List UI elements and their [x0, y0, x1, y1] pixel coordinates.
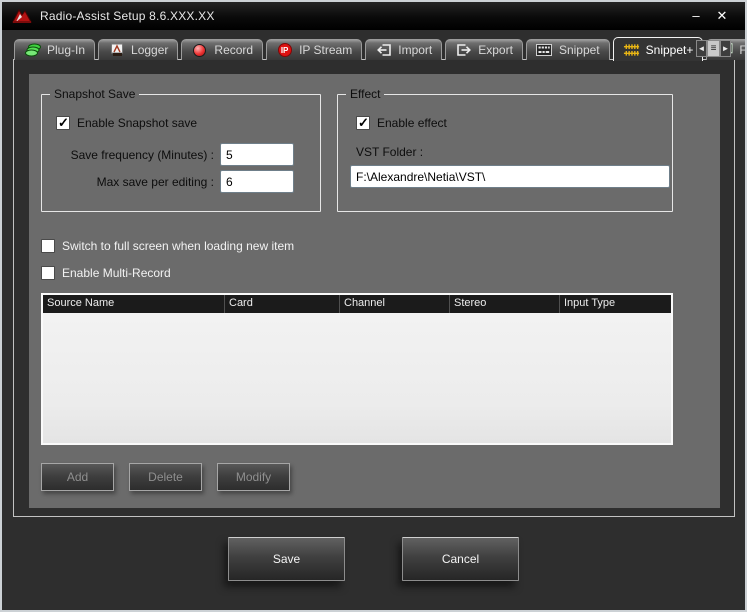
snippet-plus-icon	[623, 42, 640, 57]
save-frequency-label: Save frequency (Minutes) :	[50, 148, 214, 162]
title-bar: Radio-Assist Setup 8.6.XXX.XX – ✕	[2, 2, 745, 30]
close-button[interactable]: ✕	[709, 3, 735, 29]
group-title: Effect	[346, 87, 384, 101]
modify-button[interactable]: Modify	[217, 463, 290, 491]
enable-snapshot-checkbox-row: Enable Snapshot save	[56, 116, 197, 130]
snippet-plus-page: Snapshot Save Enable Snapshot save Save …	[13, 59, 735, 517]
tab-import[interactable]: Import	[365, 39, 442, 60]
sources-table-body[interactable]	[43, 313, 671, 443]
column-header-channel[interactable]: Channel	[340, 295, 450, 313]
delete-button[interactable]: Delete	[129, 463, 202, 491]
column-header-stereo[interactable]: Stereo	[450, 295, 560, 313]
sources-table: Source Name Card Channel Stereo Input Ty…	[41, 293, 673, 445]
tab-snippet-plus[interactable]: Snippet+	[613, 37, 704, 61]
tab-scroll-left-icon[interactable]: ◄	[696, 40, 707, 57]
tab-label: IP Stream	[299, 43, 352, 57]
column-header-input-type[interactable]: Input Type	[560, 295, 671, 313]
column-header-card[interactable]: Card	[225, 295, 340, 313]
tab-logger[interactable]: Logger	[98, 39, 178, 60]
group-title: Snapshot Save	[50, 87, 139, 101]
tab-scroll-controls: ◄ ≡ ►	[696, 40, 731, 57]
plugin-icon	[24, 43, 41, 58]
tab-label: Snippet	[559, 43, 600, 57]
tab-plug-in[interactable]: Plug-In	[14, 39, 95, 60]
fullscreen-checkbox-row: Switch to full screen when loading new i…	[41, 239, 294, 253]
tab-export[interactable]: Export	[445, 39, 523, 60]
fullscreen-checkbox[interactable]	[41, 239, 55, 253]
settings-panel: Snapshot Save Enable Snapshot save Save …	[29, 74, 720, 508]
multi-record-checkbox[interactable]	[41, 266, 55, 280]
snapshot-save-group: Snapshot Save Enable Snapshot save Save …	[41, 94, 321, 212]
fullscreen-label: Switch to full screen when loading new i…	[62, 239, 294, 253]
tab-snippet[interactable]: Snippet	[526, 39, 610, 60]
cancel-button[interactable]: Cancel	[402, 537, 519, 581]
enable-effect-checkbox[interactable]	[356, 116, 370, 130]
sources-table-header: Source Name Card Channel Stereo Input Ty…	[43, 295, 671, 313]
tab-record[interactable]: Record	[181, 39, 263, 60]
enable-snapshot-label: Enable Snapshot save	[77, 116, 197, 130]
export-icon	[455, 43, 472, 58]
enable-snapshot-checkbox[interactable]	[56, 116, 70, 130]
effect-group: Effect Enable effect VST Folder : F:\Ale…	[337, 94, 673, 212]
tab-menu-icon[interactable]: ≡	[707, 40, 720, 57]
ip-stream-icon: IP	[276, 43, 293, 58]
max-save-label: Max save per editing :	[50, 175, 214, 189]
tab-strip: Plug-In Logger Record IP IP Stream	[14, 37, 747, 60]
multi-record-label: Enable Multi-Record	[62, 266, 171, 280]
save-button[interactable]: Save	[228, 537, 345, 581]
tab-scroll-right-icon[interactable]: ►	[720, 40, 731, 57]
column-header-source-name[interactable]: Source Name	[43, 295, 225, 313]
enable-effect-label: Enable effect	[377, 116, 447, 130]
window-title: Radio-Assist Setup 8.6.XXX.XX	[40, 9, 215, 23]
multi-record-checkbox-row: Enable Multi-Record	[41, 266, 171, 280]
minimize-button[interactable]: –	[683, 3, 709, 29]
enable-effect-checkbox-row: Enable effect	[356, 116, 447, 130]
app-logo-icon	[12, 8, 32, 24]
tab-ip-stream[interactable]: IP IP Stream	[266, 39, 362, 60]
snippet-icon	[536, 43, 553, 58]
tab-label: Export	[478, 43, 513, 57]
tab-label: Logger	[131, 43, 168, 57]
import-icon	[375, 43, 392, 58]
tab-label: Record	[214, 43, 253, 57]
logger-icon	[108, 43, 125, 58]
tab-label: Import	[398, 43, 432, 57]
record-icon	[191, 43, 208, 58]
tab-label: Snippet+	[646, 43, 694, 57]
vst-folder-input[interactable]: F:\Alexandre\Netia\VST\	[350, 165, 670, 188]
app-window: Radio-Assist Setup 8.6.XXX.XX – ✕ Plug-I…	[0, 0, 747, 612]
max-save-input[interactable]: 6	[220, 170, 294, 193]
tab-label: Federall	[739, 43, 747, 57]
vst-folder-label: VST Folder :	[356, 145, 423, 159]
tab-label: Plug-In	[47, 43, 85, 57]
add-button[interactable]: Add	[41, 463, 114, 491]
save-frequency-input[interactable]: 5	[220, 143, 294, 166]
